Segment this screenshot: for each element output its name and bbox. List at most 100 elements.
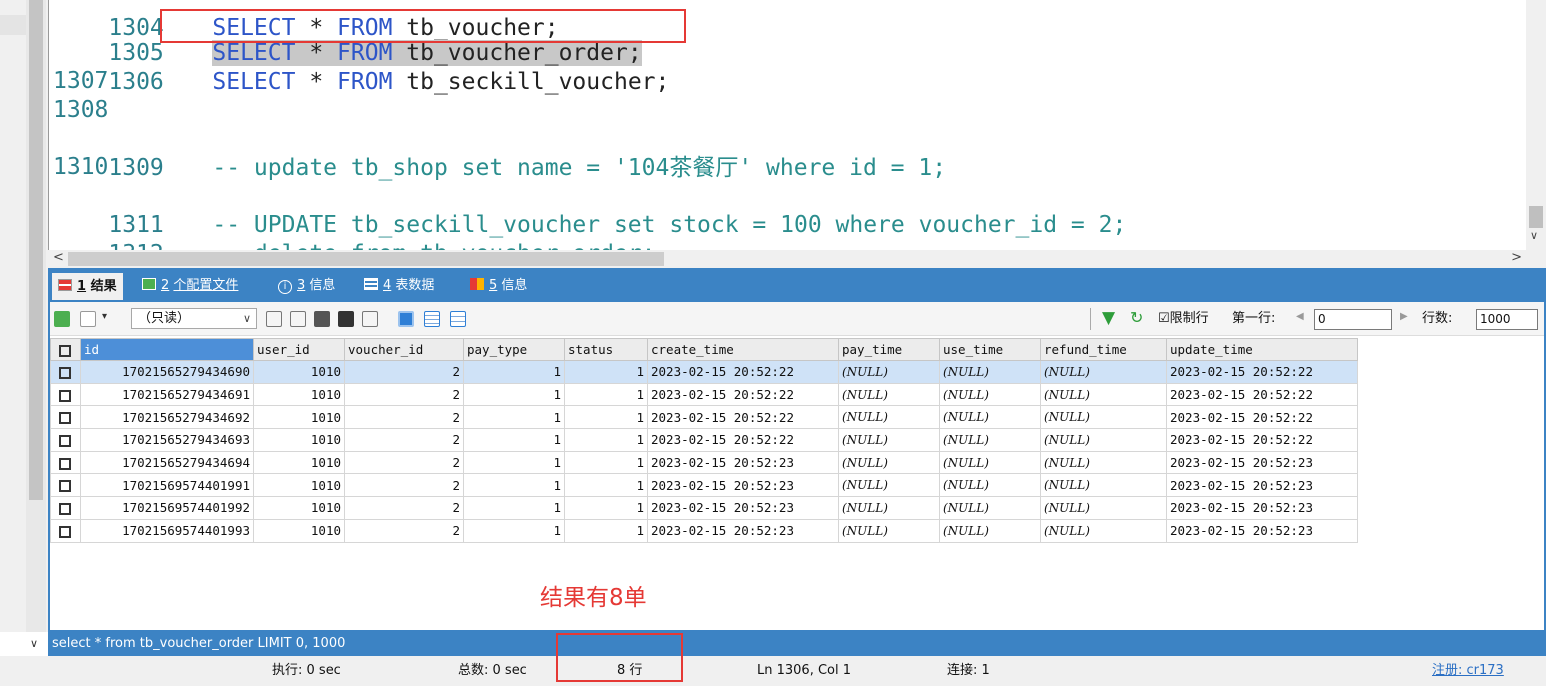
row-checkbox[interactable] [59, 366, 71, 379]
cell-voucher-id[interactable]: 2 [344, 496, 464, 520]
cell-pay-time[interactable]: (NULL) [838, 405, 940, 430]
cell-update-time[interactable]: 2023-02-15 20:52:23 [1166, 518, 1358, 543]
cell-use-time[interactable]: (NULL) [939, 360, 1041, 384]
cell-user-id[interactable]: 1010 [253, 473, 345, 498]
row-checkbox[interactable] [59, 502, 71, 515]
cell-use-time[interactable]: (NULL) [939, 382, 1041, 407]
cell-status[interactable]: 1 [564, 473, 648, 498]
cell-id[interactable]: 17021565279434693 [80, 428, 254, 452]
cell-user-id[interactable]: 1010 [253, 450, 345, 475]
cell-create-time[interactable]: 2023-02-15 20:52:23 [647, 473, 839, 498]
row-checkbox-cell[interactable] [50, 473, 81, 498]
cell-status[interactable]: 1 [564, 450, 648, 475]
editor-horizontal-scrollbar[interactable]: < > [48, 250, 1546, 268]
cell-voucher-id[interactable]: 2 [344, 405, 464, 430]
cell-refund-time[interactable]: (NULL) [1040, 473, 1167, 498]
chevron-down-icon[interactable]: ▾ [102, 311, 107, 322]
column-header[interactable]: status [564, 338, 648, 361]
register-link[interactable]: 注册: cr173 [1432, 656, 1504, 686]
cell-update-time[interactable]: 2023-02-15 20:52:22 [1166, 360, 1358, 384]
cell-refund-time[interactable]: (NULL) [1040, 428, 1167, 452]
cell-update-time[interactable]: 2023-02-15 20:52:22 [1166, 382, 1358, 407]
tab-profiles[interactable]: 2 个配置文件 [142, 275, 238, 297]
duplicate-row-icon[interactable] [290, 311, 306, 327]
row-checkbox[interactable] [59, 525, 71, 538]
cell-voucher-id[interactable]: 2 [344, 518, 464, 543]
next-page-icon[interactable]: ▶ [1400, 311, 1408, 322]
row-checkbox[interactable] [59, 480, 71, 493]
editor-vertical-scrollbar[interactable]: ∨ [1526, 0, 1546, 250]
left-scrollbar-thumb[interactable] [29, 0, 43, 500]
chevron-right-icon[interactable]: > [1511, 250, 1522, 265]
cell-create-time[interactable]: 2023-02-15 20:52:22 [647, 428, 839, 452]
column-header[interactable]: create_time [647, 338, 839, 361]
grid-view-icon[interactable] [398, 311, 414, 327]
select-all-checkbox[interactable] [59, 344, 71, 357]
cell-pay-time[interactable]: (NULL) [838, 360, 940, 384]
cell-refund-time[interactable]: (NULL) [1040, 496, 1167, 520]
cell-use-time[interactable]: (NULL) [939, 428, 1041, 452]
form-view-icon[interactable] [424, 311, 440, 327]
cell-pay-type[interactable]: 1 [463, 428, 565, 452]
cell-user-id[interactable]: 1010 [253, 518, 345, 543]
column-header[interactable]: id [80, 338, 254, 361]
cell-create-time[interactable]: 2023-02-15 20:52:23 [647, 518, 839, 543]
cell-voucher-id[interactable]: 2 [344, 473, 464, 498]
cell-update-time[interactable]: 2023-02-15 20:52:22 [1166, 405, 1358, 430]
cell-status[interactable]: 1 [564, 496, 648, 520]
save-icon[interactable] [314, 311, 330, 327]
cell-use-time[interactable]: (NULL) [939, 496, 1041, 520]
cell-id[interactable]: 17021569574401992 [80, 496, 254, 520]
limit-rows-checkbox[interactable]: ☑限制行 [1158, 310, 1209, 328]
table-row[interactable]: 17021565279434690 1010 2 1 1 2023-02-15 … [50, 360, 1358, 384]
cell-create-time[interactable]: 2023-02-15 20:52:22 [647, 360, 839, 384]
cell-refund-time[interactable]: (NULL) [1040, 450, 1167, 475]
tab-messages[interactable]: i3 信息 [278, 275, 335, 297]
cell-id[interactable]: 17021569574401993 [80, 518, 254, 543]
column-header[interactable]: pay_type [463, 338, 565, 361]
cell-pay-type[interactable]: 1 [463, 473, 565, 498]
cell-user-id[interactable]: 1010 [253, 428, 345, 452]
row-checkbox-cell[interactable] [50, 450, 81, 475]
cell-id[interactable]: 17021565279434691 [80, 382, 254, 407]
cell-pay-time[interactable]: (NULL) [838, 473, 940, 498]
cell-voucher-id[interactable]: 2 [344, 450, 464, 475]
cell-status[interactable]: 1 [564, 428, 648, 452]
chevron-left-icon[interactable]: < [53, 250, 64, 265]
cell-create-time[interactable]: 2023-02-15 20:52:22 [647, 405, 839, 430]
row-checkbox-cell[interactable] [50, 518, 81, 543]
cell-pay-time[interactable]: (NULL) [838, 496, 940, 520]
column-header[interactable]: use_time [939, 338, 1041, 361]
save-changes-icon[interactable] [266, 311, 282, 327]
cell-user-id[interactable]: 1010 [253, 382, 345, 407]
readonly-select[interactable]: （只读） ∨ [131, 308, 257, 329]
cell-pay-type[interactable]: 1 [463, 496, 565, 520]
column-header[interactable]: refund_time [1040, 338, 1167, 361]
cell-update-time[interactable]: 2023-02-15 20:52:22 [1166, 428, 1358, 452]
cell-pay-type[interactable]: 1 [463, 382, 565, 407]
cell-use-time[interactable]: (NULL) [939, 518, 1041, 543]
tab-results[interactable]: 1 结果 [52, 273, 123, 300]
row-checkbox-cell[interactable] [50, 382, 81, 407]
row-checkbox[interactable] [59, 412, 71, 425]
cell-use-time[interactable]: (NULL) [939, 450, 1041, 475]
table-row[interactable]: 17021565279434694 1010 2 1 1 2023-02-15 … [50, 450, 1358, 475]
column-header[interactable]: update_time [1166, 338, 1358, 361]
cell-pay-time[interactable]: (NULL) [838, 382, 940, 407]
result-grid[interactable]: id user_id voucher_id pay_type status cr… [50, 338, 1358, 543]
cell-voucher-id[interactable]: 2 [344, 382, 464, 407]
filter-icon[interactable]: ▼ [1102, 308, 1115, 328]
table-row[interactable]: 17021565279434692 1010 2 1 1 2023-02-15 … [50, 405, 1358, 430]
table-row[interactable]: 17021565279434693 1010 2 1 1 2023-02-15 … [50, 428, 1358, 452]
tab-table-data[interactable]: 4 表数据 [364, 275, 434, 297]
cell-user-id[interactable]: 1010 [253, 496, 345, 520]
prev-page-icon[interactable]: ◀ [1296, 311, 1304, 322]
cell-pay-type[interactable]: 1 [463, 405, 565, 430]
cell-id[interactable]: 17021565279434690 [80, 360, 254, 384]
cell-create-time[interactable]: 2023-02-15 20:52:22 [647, 382, 839, 407]
scrollbar-thumb[interactable] [1529, 206, 1543, 228]
column-header[interactable]: user_id [253, 338, 345, 361]
chevron-down-icon[interactable]: ∨ [1530, 229, 1538, 242]
row-checkbox-cell[interactable] [50, 496, 81, 520]
cell-pay-time[interactable]: (NULL) [838, 450, 940, 475]
